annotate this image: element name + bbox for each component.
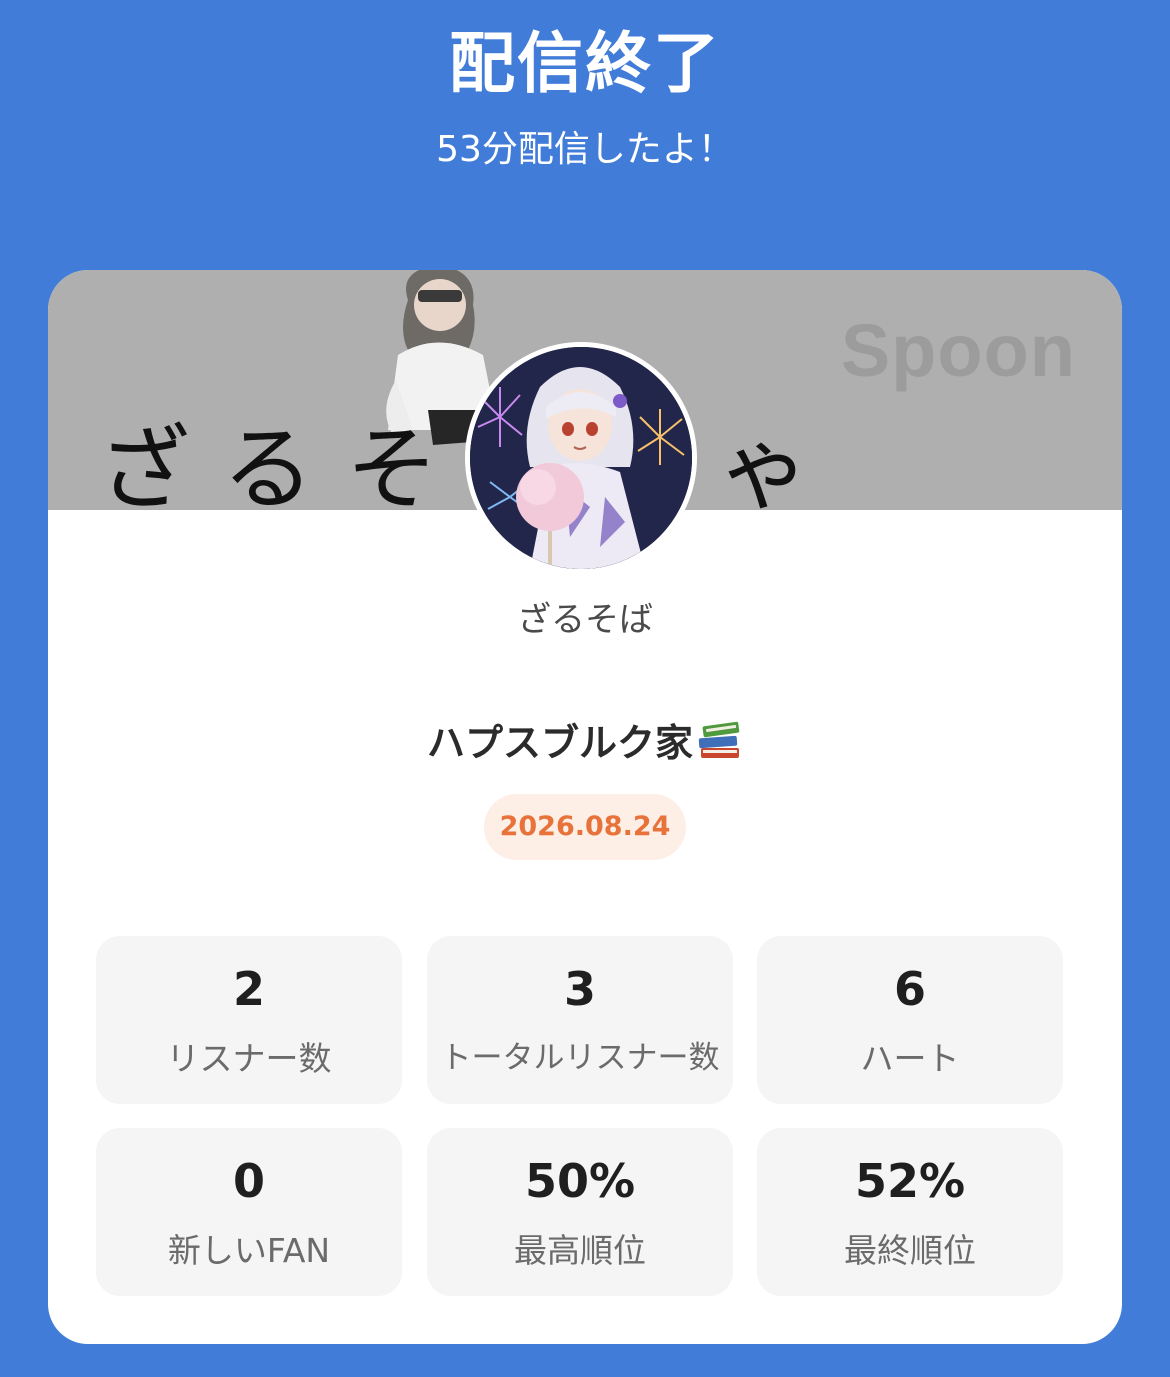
- avatar-image: [470, 347, 692, 569]
- stat-value: 3: [563, 962, 596, 1016]
- avatar: [465, 342, 697, 574]
- stat-listeners: 2 リスナー数: [96, 936, 402, 1104]
- stat-label: 新しいFAN: [167, 1231, 331, 1270]
- page-title: 配信終了: [449, 25, 721, 102]
- stat-label: 最高順位: [514, 1231, 646, 1270]
- stat-label: トータルリスナー数: [440, 1040, 720, 1076]
- spoon-logo: Spoon: [840, 309, 1076, 392]
- stat-value: 50%: [524, 1154, 636, 1208]
- duration-subtitle: 53分配信したよ！: [436, 129, 734, 170]
- stat-highest-rank: 50% 最高順位: [427, 1128, 733, 1296]
- result-card: ざるそばちゃ Spoon: [48, 270, 1122, 1344]
- stat-label: リスナー数: [166, 1039, 332, 1078]
- stat-value: 2: [232, 962, 265, 1016]
- stat-label: ハート: [860, 1039, 960, 1078]
- date-badge: 2026.08.24: [484, 794, 686, 860]
- stat-hearts: 6 ハート: [757, 936, 1063, 1104]
- stat-value: 52%: [854, 1154, 966, 1208]
- user-name: ざるそば: [517, 600, 653, 640]
- stat-new-fans: 0 新しいFAN: [96, 1128, 402, 1296]
- stat-final-rank: 52% 最終順位: [757, 1128, 1063, 1296]
- books-icon: [697, 720, 743, 771]
- stat-value: 0: [232, 1154, 265, 1208]
- stat-label: 最終順位: [844, 1231, 976, 1270]
- stat-value: 6: [893, 962, 926, 1016]
- live-title-text: ハプスブルク家: [426, 721, 693, 765]
- stat-total-listeners: 3 トータルリスナー数: [427, 936, 733, 1104]
- live-title: ハプスブルク家: [48, 712, 1122, 771]
